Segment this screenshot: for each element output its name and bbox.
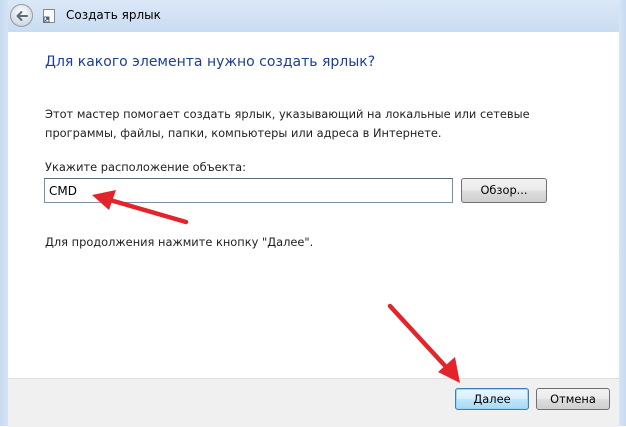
back-arrow-icon: [16, 11, 28, 21]
window-frame-left: [0, 0, 8, 426]
wizard-content: [8, 32, 619, 378]
location-label: Укажите расположение объекта:: [45, 160, 246, 174]
continue-hint: Для продолжения нажмите кнопку "Далее".: [45, 235, 314, 249]
back-button[interactable]: [10, 4, 33, 27]
wizard-description: Этот мастер помогает создать ярлык, указ…: [45, 107, 530, 140]
next-button[interactable]: Далее: [455, 388, 529, 410]
page-heading: Для какого элемента нужно создать ярлык?: [45, 54, 376, 70]
cancel-button[interactable]: Отмена: [536, 388, 610, 410]
window-title: Создать ярлык: [66, 8, 161, 22]
shortcut-wizard-icon: [43, 9, 55, 23]
browse-button[interactable]: Обзор...: [461, 178, 547, 203]
window-frame-right: [619, 0, 626, 426]
location-input[interactable]: [44, 178, 453, 203]
